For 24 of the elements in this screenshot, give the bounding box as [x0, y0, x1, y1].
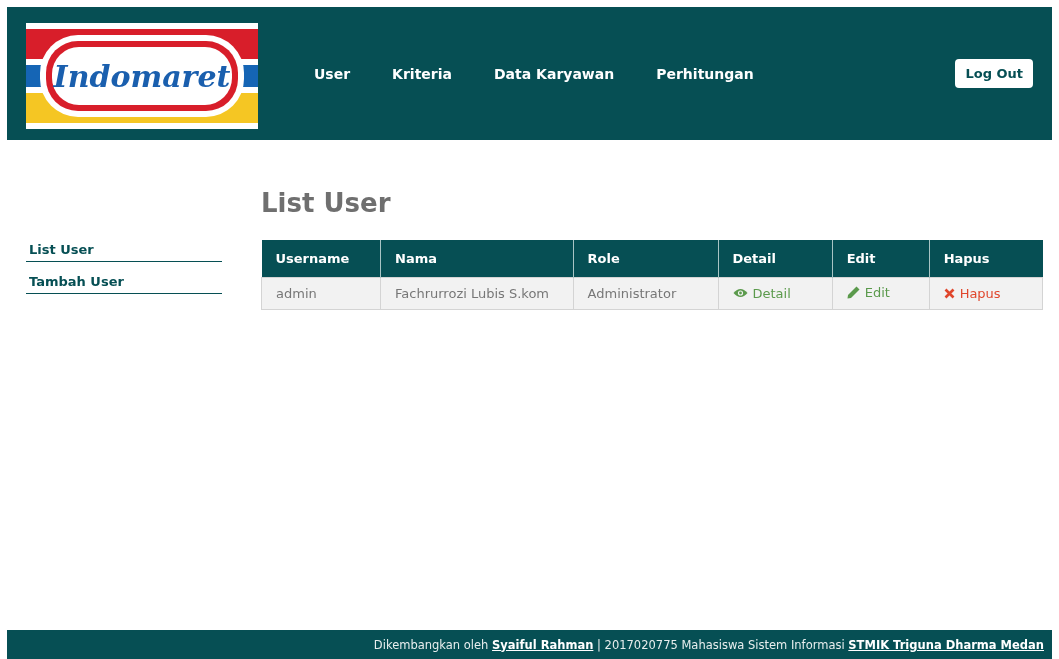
column-header: Edit	[832, 240, 930, 278]
nav-link[interactable]: Perhitungan	[656, 65, 754, 82]
pencil-icon	[846, 286, 860, 299]
table-cell: admin	[276, 286, 317, 301]
institution-link[interactable]: STMIK Triguna Dharma Medan	[848, 637, 1044, 652]
column-header: Hapus	[929, 240, 1043, 278]
footer-text: Dikembangkan oleh Syaiful Rahman | 2017020775 Mahasiswa Sistem Informasi STMIK Triguna Dharma Medan	[373, 637, 1044, 652]
eye-icon	[732, 288, 748, 299]
logo: Indomaret	[26, 22, 258, 129]
nav-link[interactable]: Kriteria	[392, 65, 452, 82]
nav-link[interactable]: Data Karyawan	[494, 65, 615, 82]
sidebar-item[interactable]: Tambah User	[26, 268, 222, 294]
sidebar-item[interactable]: List User	[26, 236, 222, 262]
author-link[interactable]: Syaiful Rahman	[492, 637, 594, 652]
column-header: Detail	[718, 240, 833, 278]
page-title: List User	[261, 188, 392, 218]
close-icon	[943, 287, 955, 299]
table-cell: Administrator	[587, 286, 677, 301]
nav-link[interactable]: User	[314, 65, 351, 82]
column-header: Nama	[380, 240, 574, 278]
column-header: Username	[261, 240, 381, 278]
logout-button[interactable]: Log Out	[955, 59, 1033, 88]
column-header: Role	[573, 240, 718, 278]
table-cell: Fachrurrozi Lubis S.kom	[395, 286, 550, 301]
